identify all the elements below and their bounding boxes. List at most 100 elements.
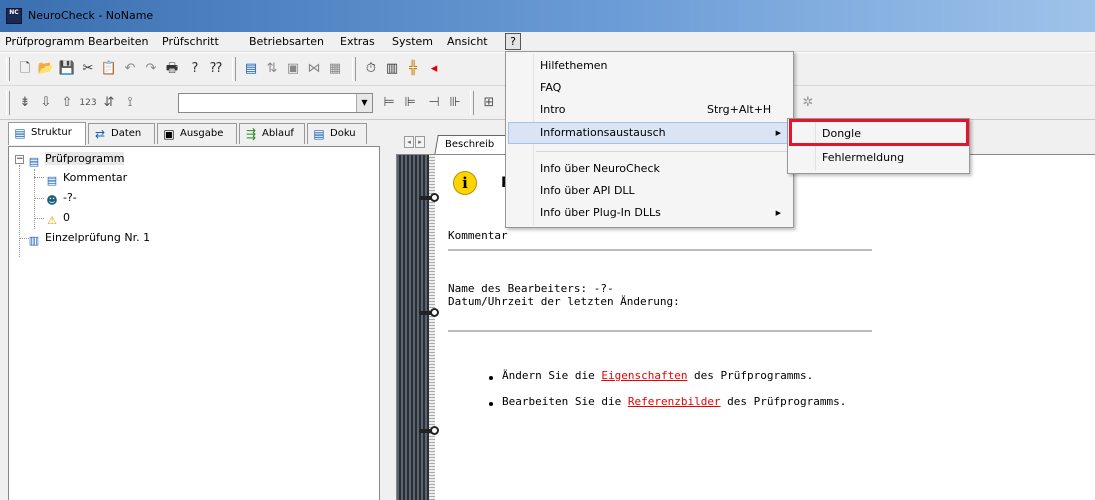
new-file-icon[interactable]: 🗋: [16, 60, 34, 78]
menu-ansicht[interactable]: Ansicht: [447, 35, 488, 48]
bullet-icon: [489, 376, 493, 380]
menu-item-faq[interactable]: FAQ: [508, 77, 791, 99]
submenu-item-fehlermeldung[interactable]: Fehlermeldung: [790, 147, 967, 169]
doc-icon: ▤: [313, 127, 325, 141]
timer-icon[interactable]: ⏱: [362, 60, 380, 78]
tree-node-einzelpruefung[interactable]: ▥ Einzelprüfung Nr. 1: [27, 231, 150, 248]
save-icon[interactable]: 💾: [58, 60, 76, 78]
open-folder-icon[interactable]: 📂: [37, 60, 55, 78]
align-icon[interactable]: ⇟: [16, 94, 34, 112]
filter-icon[interactable]: ⟟: [121, 94, 139, 112]
data-icon: ⇄: [94, 127, 106, 141]
binder-spine: [397, 155, 429, 500]
tab-doku[interactable]: ▤ Doku: [307, 123, 367, 144]
window-title: NeuroCheck - NoName: [28, 9, 154, 22]
film-icon[interactable]: ▥: [383, 60, 401, 78]
tab-daten[interactable]: ⇄ Daten: [88, 123, 155, 144]
reference-images-link[interactable]: Referenzbilder: [628, 395, 721, 408]
menu-bearbeiten[interactable]: Bearbeiten: [88, 35, 148, 48]
toolbar-grip[interactable]: [352, 57, 356, 81]
move-step-icon[interactable]: ⇅: [263, 60, 281, 78]
bullet-edit-properties: Ändern Sie die Eigenschaften des Prüfpro…: [502, 369, 814, 382]
arrow-down-icon[interactable]: ⇩: [37, 94, 55, 112]
collapse-icon[interactable]: −: [15, 155, 24, 164]
tree-line: [34, 169, 35, 229]
menu-item-hilfethemen[interactable]: Hilfethemen: [508, 55, 791, 77]
structure-icon: ▤: [14, 126, 26, 140]
outdent-icon[interactable]: ⊣: [425, 94, 443, 112]
image-icon[interactable]: ▣: [284, 60, 302, 78]
menu-item-info-plugin-dlls[interactable]: Info über Plug-In DLLs ▶: [508, 202, 791, 224]
cut-icon[interactable]: ✂: [79, 60, 97, 78]
menu-item-intro[interactable]: Intro Strg+Alt+H: [508, 99, 791, 121]
binder-ring-icon: [419, 426, 439, 436]
person-icon: ☻: [46, 194, 58, 207]
menu-pruefschritt[interactable]: Prüfschritt: [162, 35, 219, 48]
toolbar-grip[interactable]: [6, 91, 10, 115]
tab-struktur[interactable]: ▤ Struktur: [8, 122, 86, 145]
properties-link[interactable]: Eigenschaften: [601, 369, 687, 382]
check-step-icon: ▥: [28, 234, 40, 247]
connect-icon[interactable]: ⋈: [305, 60, 323, 78]
tree-node-warning[interactable]: ⚠ 0: [45, 211, 70, 228]
menu-bar: Prüfprogramm Bearbeiten Prüfschritt Betr…: [0, 32, 1095, 52]
tree-line: [19, 165, 20, 257]
menu-item-info-neurocheck[interactable]: Info über NeuroCheck: [508, 158, 791, 180]
output-icon: ▣: [163, 127, 175, 141]
tree-line: [34, 218, 44, 219]
tab-ausgabe[interactable]: ▣ Ausgabe: [157, 123, 237, 144]
structure-tree: − ▤ Prüfprogramm ▤ Kommentar ☻ -?- ⚠ 0 ▥ Einz…: [8, 146, 380, 500]
tab-ablauf[interactable]: ⇶ Ablauf: [239, 123, 305, 144]
undo-icon[interactable]: ↶: [121, 60, 139, 78]
redo-icon[interactable]: ↷: [142, 60, 160, 78]
tool-icon[interactable]: ⊞: [480, 94, 498, 112]
menu-system[interactable]: System: [392, 35, 433, 48]
arrow-up-icon[interactable]: ⇧: [58, 94, 76, 112]
doc-tab-beschreibung[interactable]: Beschreib: [434, 135, 508, 155]
info-icon: i: [453, 171, 477, 195]
menu-pruefprogramm[interactable]: Prüfprogramm: [5, 35, 84, 48]
grid-icon[interactable]: ▦: [326, 60, 344, 78]
step-selector-combo[interactable]: ▼: [178, 93, 373, 113]
red-icon[interactable]: ◂: [425, 60, 443, 78]
columns-icon[interactable]: ⊪: [446, 94, 464, 112]
tree-node-pruefprogramm[interactable]: ▤ Prüfprogramm: [27, 152, 125, 169]
structure-panel: ▤ Struktur ⇄ Daten ▣ Ausgabe ⇶ Ablauf ▤ Doku …: [0, 120, 388, 500]
menu-betriebsarten[interactable]: Betriebsarten: [249, 35, 324, 48]
disabled-tool-icon[interactable]: ✲: [799, 94, 817, 112]
binder-edge: [429, 155, 435, 500]
menu-separator: [536, 151, 790, 152]
context-help-icon[interactable]: ⁇: [207, 60, 225, 78]
warning-icon: ⚠: [47, 214, 57, 227]
menu-extras[interactable]: Extras: [340, 35, 375, 48]
binder-ring-icon: [419, 308, 439, 318]
menu-item-informationsaustausch[interactable]: Informationsaustausch ▶: [508, 122, 791, 144]
step-list-icon[interactable]: ▤: [242, 60, 260, 78]
toolbar-grip[interactable]: [6, 57, 10, 81]
menu-help[interactable]: ?: [505, 33, 521, 50]
align-left-icon[interactable]: ⊨: [380, 94, 398, 112]
editor-line: Name des Bearbeiters: -?-: [448, 282, 614, 295]
tree-line: [34, 177, 44, 178]
title-bar: NC NeuroCheck - NoName: [0, 0, 1095, 32]
binder-ring-icon: [419, 193, 439, 203]
plc-icon[interactable]: ╬: [404, 60, 422, 78]
paste-icon[interactable]: 📋: [100, 60, 118, 78]
menu-item-info-api-dll[interactable]: Info über API DLL: [508, 180, 791, 202]
submenu-arrow-icon: ▶: [775, 129, 781, 137]
tab-next-icon[interactable]: ▸: [415, 136, 425, 148]
highlight-box: [789, 119, 969, 146]
toolbar-grip[interactable]: [470, 91, 474, 115]
bullet-icon: [489, 402, 493, 406]
tree-node-editor[interactable]: ☻ -?-: [45, 191, 77, 208]
indent-icon[interactable]: ⊫: [401, 94, 419, 112]
tree-node-kommentar[interactable]: ▤ Kommentar: [45, 171, 127, 188]
toolbar-grip[interactable]: [232, 57, 236, 81]
print-icon[interactable]: 🖶: [163, 60, 181, 78]
sort-icon[interactable]: ⇵: [100, 94, 118, 112]
tab-prev-icon[interactable]: ◂: [404, 136, 414, 148]
numbering-icon[interactable]: 123: [79, 94, 97, 112]
help-icon[interactable]: ?: [186, 60, 204, 78]
submenu-arrow-icon: ▶: [775, 209, 781, 217]
chevron-down-icon[interactable]: ▼: [356, 94, 372, 112]
